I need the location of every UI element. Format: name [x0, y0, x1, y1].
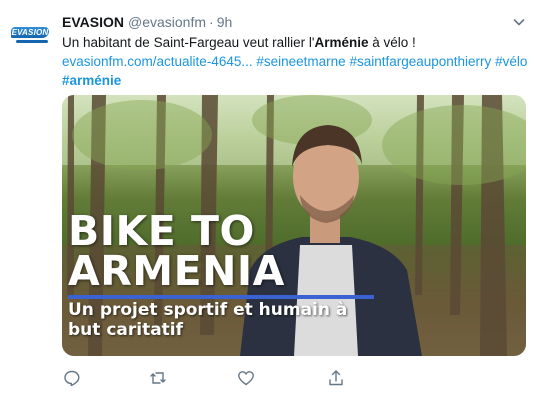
text-segment: Un habitant de Saint-Fargeau veut rallie… — [62, 35, 315, 50]
tweet-text: Un habitant de Saint-Fargeau veut rallie… — [62, 33, 527, 90]
title-underline-bar — [68, 295, 374, 299]
tweet-card[interactable]: EVASION EVASION @evasionfm · 9h Un habitant… — [0, 0, 535, 400]
brand-logo: EVASION — [11, 27, 49, 38]
retweet-icon[interactable] — [148, 368, 168, 388]
reply-icon[interactable] — [62, 368, 82, 388]
tweet-text-line2: evasionfm.com/actualite-4645... #seineet… — [62, 52, 527, 71]
hashtag-link[interactable]: #arménie — [62, 73, 121, 88]
article-link[interactable]: evasionfm.com/actualite-4645... — [62, 54, 253, 69]
tweet-header: EVASION @evasionfm · 9h — [62, 14, 232, 32]
video-title-line1: BIKE TO — [68, 207, 255, 255]
chevron-down-icon[interactable] — [511, 14, 527, 30]
avatar[interactable]: EVASION — [8, 22, 52, 52]
hashtag-link[interactable]: #seineetmarne — [256, 54, 345, 69]
video-subtitle: Un projet sportif et humain à but carita… — [68, 300, 348, 340]
separator: · — [209, 14, 214, 30]
video-thumbnail[interactable]: BIKE TO ARMENIA Un projet sportif et hum… — [62, 95, 526, 356]
text-segment: à vélo ! — [368, 35, 416, 50]
video-title: BIKE TO ARMENIA — [68, 207, 285, 295]
display-name[interactable]: EVASION — [62, 14, 124, 30]
hashtag-link[interactable]: #saintfargeauponthierry — [349, 54, 491, 69]
bold-text: Arménie — [314, 35, 369, 50]
brand-logo-underline — [16, 40, 48, 43]
tweet-text-line1: Un habitant de Saint-Fargeau veut rallie… — [62, 33, 527, 52]
tweet-text-line3: #arménie — [62, 71, 527, 90]
video-title-line2: ARMENIA — [68, 247, 285, 295]
user-handle[interactable]: @evasionfm — [128, 14, 206, 30]
tweet-actions — [62, 368, 362, 390]
hashtag-link[interactable]: #vélo — [495, 54, 527, 69]
timestamp[interactable]: 9h — [217, 14, 233, 30]
heart-icon[interactable] — [236, 368, 256, 388]
share-icon[interactable] — [326, 368, 346, 388]
